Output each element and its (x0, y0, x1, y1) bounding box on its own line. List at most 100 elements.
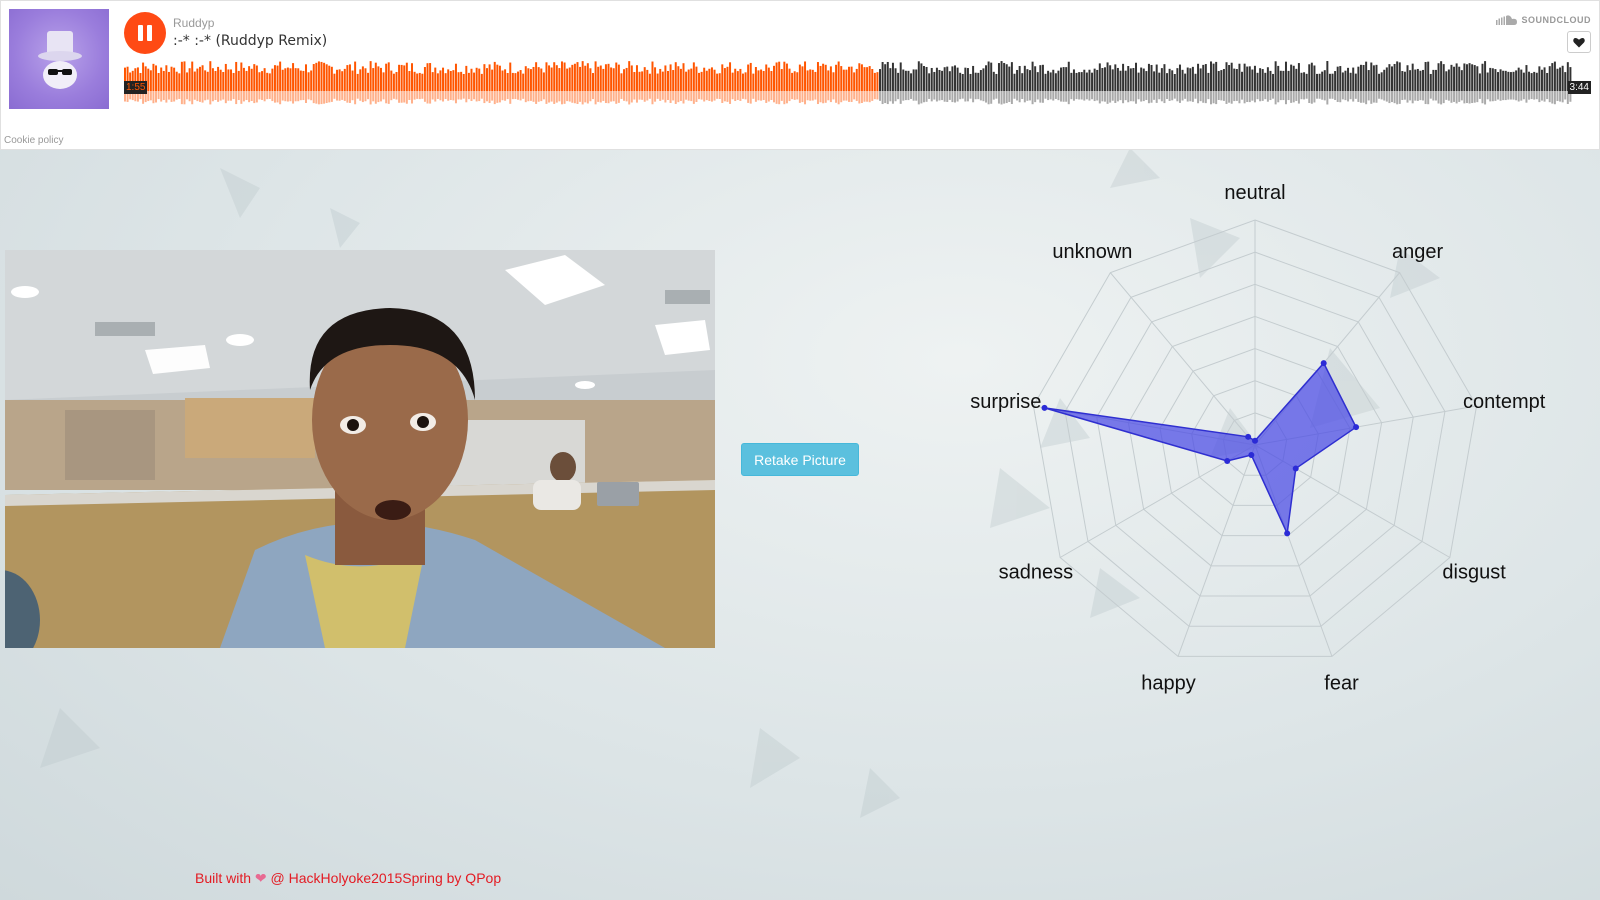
waveform-reflection-bar (542, 91, 545, 100)
waveform-bar (848, 66, 850, 91)
radar-point-happy[interactable] (1248, 452, 1255, 459)
waveform-bar (1331, 73, 1334, 91)
waveform-bar (1047, 70, 1050, 91)
waveform-reflection-bar (336, 91, 339, 101)
waveform-bar (835, 64, 838, 91)
waveform-bar (941, 70, 944, 91)
waveform-bar (341, 71, 344, 91)
waveform-bar (1220, 70, 1223, 91)
waveform-reflection-bar (1147, 91, 1150, 104)
radar-point-surprise[interactable] (1041, 404, 1048, 411)
waveform-bar (312, 64, 315, 91)
waveform-reflection-bar (1256, 91, 1259, 100)
waveform-reflection-bar (573, 91, 576, 104)
radar-point-neutral[interactable] (1252, 437, 1258, 444)
track-artwork[interactable] (9, 9, 109, 109)
waveform-bar (798, 64, 801, 91)
pause-button[interactable] (124, 12, 166, 54)
waveform-reflection-bar (1129, 91, 1132, 102)
waveform-reflection-bar (1476, 91, 1479, 103)
waveform-bar (1473, 65, 1476, 91)
waveform-reflection-bar (436, 91, 439, 99)
waveform-reflection-bar (654, 91, 657, 102)
waveform-bar (418, 72, 421, 91)
waveform-reflection-bar (152, 91, 155, 104)
track-artist[interactable]: Ruddyp (173, 16, 214, 30)
waveform-bar (230, 69, 232, 91)
waveform-reflection-bar (1465, 91, 1468, 104)
waveform-bar (1507, 71, 1510, 91)
waveform-bar (374, 62, 377, 91)
radar-point-contempt[interactable] (1353, 424, 1360, 431)
waveform-reflection-bar (273, 91, 276, 103)
track-title[interactable]: :-* :-* (Ruddyp Remix) (173, 33, 327, 49)
waveform-reflection-bar (778, 91, 781, 105)
waveform-reflection-bar (1091, 91, 1094, 100)
waveform-reflection-bar (992, 91, 995, 100)
waveform-reflection-bar (775, 91, 778, 104)
waveform-reflection-bar (1440, 91, 1443, 105)
waveform-bar (183, 61, 186, 91)
waveform-reflection-bar (948, 91, 951, 100)
heart-icon (1573, 37, 1585, 47)
waveform-bar (822, 63, 825, 91)
waveform-reflection-bar (1406, 91, 1409, 103)
waveform-reflection-bar (1561, 91, 1564, 103)
waveform-bar (263, 68, 266, 91)
waveform-reflection-bar (586, 91, 589, 104)
waveform-bar (951, 66, 954, 91)
waveform-reflection-bar (1202, 91, 1205, 103)
waveform-reflection-bar (149, 91, 152, 101)
waveform-reflection-bar (1282, 91, 1285, 101)
waveform-bar (966, 68, 969, 91)
radar-point-disgust[interactable] (1292, 465, 1299, 472)
retake-picture-button[interactable]: Retake Picture (741, 443, 859, 476)
waveform-reflection-bar (535, 91, 538, 104)
waveform-reflection-bar (341, 91, 344, 100)
waveform-reflection-bar (1041, 91, 1044, 103)
radar-point-sadness[interactable] (1224, 458, 1231, 465)
waveform-bar (1173, 73, 1176, 91)
waveform-reflection-bar (560, 91, 563, 105)
waveform-bar (584, 65, 587, 91)
waveform-reflection-bar (217, 91, 220, 102)
waveform-reflection-bar (579, 91, 582, 102)
radar-point-fear[interactable] (1284, 530, 1291, 537)
waveform-reflection-bar (604, 91, 607, 104)
waveform-reflection-bar (1504, 91, 1507, 101)
waveform-reflection-bar (1279, 91, 1282, 101)
waveform-reflection-bar (850, 91, 853, 102)
waveform-reflection-bar (809, 91, 812, 101)
waveform-reflection-bar (853, 91, 856, 100)
waveform-bar (405, 62, 408, 91)
radar-point-anger[interactable] (1320, 360, 1327, 367)
waveform-seekbar[interactable] (124, 61, 1572, 111)
like-button[interactable] (1567, 31, 1591, 53)
waveform-reflection-bar (385, 91, 388, 104)
waveform-bar (1318, 73, 1321, 91)
waveform-bar (305, 64, 307, 91)
waveform-reflection-bar (462, 91, 465, 99)
waveform-reflection-bar (240, 91, 243, 104)
waveform-bar (796, 72, 799, 91)
waveform-bar (959, 72, 962, 91)
waveform-bar (1308, 64, 1311, 91)
waveform-bar (180, 61, 183, 91)
waveform-bar (1212, 63, 1215, 91)
waveform-bar (1287, 70, 1290, 91)
waveform-reflection-bar (1070, 91, 1073, 100)
waveform-bar (568, 67, 571, 91)
waveform-bar (904, 70, 907, 91)
radar-point-unknown[interactable] (1245, 433, 1252, 440)
waveform-reflection-bar (933, 91, 936, 100)
waveform-reflection-bar (1543, 91, 1546, 102)
waveform-reflection-bar (1416, 91, 1419, 101)
soundcloud-logo[interactable]: SOUNDCLOUD (1495, 15, 1592, 25)
waveform-bar (395, 71, 398, 91)
waveform-reflection-bar (899, 91, 902, 104)
waveform-reflection-bar (263, 91, 266, 102)
waveform-reflection-bar (1093, 91, 1096, 102)
soundcloud-brand: SOUNDCLOUD (1521, 15, 1591, 25)
waveform-bar (992, 71, 995, 91)
cookie-policy-link[interactable]: Cookie policy (4, 135, 63, 146)
